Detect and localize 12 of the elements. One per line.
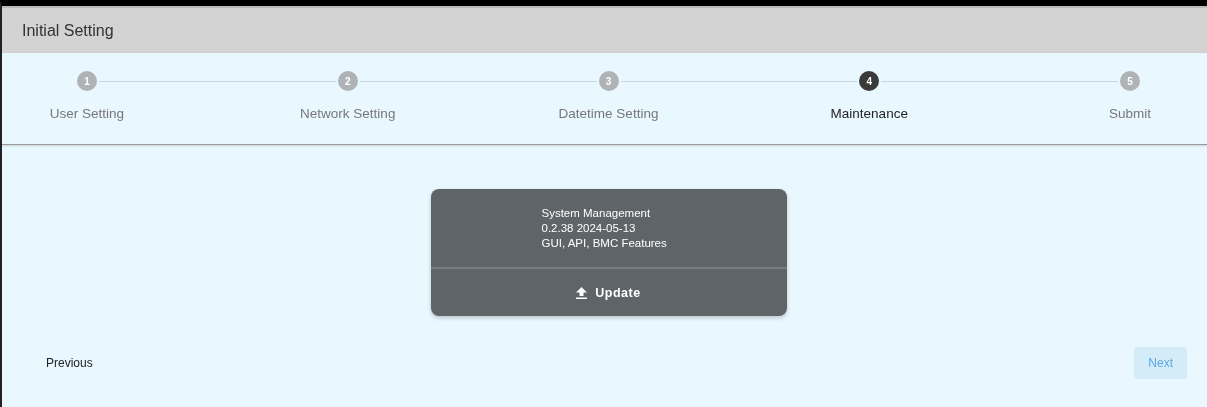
step[interactable]: 4 Maintenance (804, 71, 935, 121)
previous-button[interactable]: Previous (32, 347, 107, 379)
step[interactable]: 3 Datetime Setting (543, 71, 674, 121)
update-button[interactable]: Update (566, 279, 651, 306)
step[interactable]: 2 Network Setting (282, 71, 413, 121)
upload-icon (576, 286, 588, 299)
card-text: System Management (541, 205, 651, 221)
card-text: 0.2.38 2024-05-13 (541, 220, 636, 236)
card-text: GUI, API, BMC Features (541, 235, 667, 251)
window-title: Initial Setting (22, 21, 114, 40)
step[interactable]: 1 User Setting (22, 71, 152, 121)
step[interactable]: 5 Submit (1065, 71, 1195, 121)
